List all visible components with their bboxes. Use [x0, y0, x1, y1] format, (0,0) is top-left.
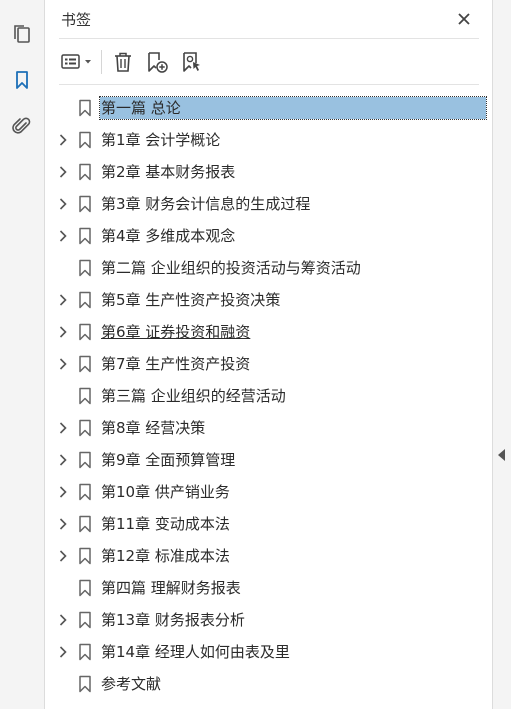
bookmark-label: 第9章 全面预算管理	[101, 451, 236, 469]
bookmark-marker-icon	[78, 515, 92, 533]
bookmark-item[interactable]: 第12章 标准成本法	[45, 540, 492, 572]
chevron-right-icon[interactable]	[55, 196, 71, 212]
navigation-rail	[0, 0, 45, 709]
bookmark-item[interactable]: 第5章 生产性资产投资决策	[45, 284, 492, 316]
chevron-right-icon[interactable]	[55, 132, 71, 148]
bookmark-label: 第2章 基本财务报表	[101, 163, 236, 181]
close-button[interactable]	[453, 8, 475, 30]
bookmark-item[interactable]: 参考文献	[45, 668, 492, 700]
chevron-right-icon[interactable]	[55, 452, 71, 468]
bookmark-item[interactable]: 第9章 全面预算管理	[45, 444, 492, 476]
bookmark-label: 第11章 变动成本法	[101, 515, 230, 533]
chevron-right-icon[interactable]	[55, 292, 71, 308]
divider	[59, 84, 479, 85]
bookmark-marker-icon	[78, 291, 92, 309]
chevron-right-icon[interactable]	[55, 356, 71, 372]
bookmark-marker-icon	[78, 323, 92, 341]
bookmark-marker-icon	[78, 643, 92, 661]
bookmarks-toolbar	[57, 46, 477, 78]
bookmark-item[interactable]: 第7章 生产性资产投资	[45, 348, 492, 380]
options-button[interactable]	[59, 48, 95, 76]
bookmark-item[interactable]: 第13章 财务报表分析	[45, 604, 492, 636]
bookmark-label: 第四篇 理解财务报表	[101, 579, 241, 597]
trash-icon	[115, 52, 131, 72]
attachment-icon[interactable]	[8, 112, 36, 140]
chevron-right-icon[interactable]	[55, 484, 71, 500]
chevron-right-icon[interactable]	[55, 420, 71, 436]
bookmark-item[interactable]: 第2章 基本财务报表	[45, 156, 492, 188]
bookmark-marker-icon	[78, 355, 92, 373]
bookmark-item[interactable]: 第11章 变动成本法	[45, 508, 492, 540]
bookmark-item[interactable]: 第一篇 总论	[45, 92, 492, 124]
bookmark-label: 第14章 经理人如何由表及里	[101, 643, 290, 661]
bookmark-label: 参考文献	[101, 675, 162, 693]
bookmark-label: 第4章 多维成本观念	[101, 227, 236, 245]
bookmark-item[interactable]: 第4章 多维成本观念	[45, 220, 492, 252]
list-options-icon	[61, 54, 91, 69]
delete-bookmark-button[interactable]	[109, 48, 137, 76]
bookmark-label: 第8章 经营决策	[101, 419, 206, 437]
bookmark-item[interactable]: 第8章 经营决策	[45, 412, 492, 444]
bookmark-marker-icon	[78, 611, 92, 629]
chevron-right-icon[interactable]	[55, 228, 71, 244]
bookmark-label: 第三篇 企业组织的经营活动	[101, 387, 286, 405]
new-bookmark-button[interactable]	[143, 48, 171, 76]
bookmark-marker-icon	[78, 99, 92, 117]
bookmark-label: 第1章 会计学概论	[101, 131, 221, 149]
bookmark-marker-icon	[78, 483, 92, 501]
bookmark-label: 第3章 财务会计信息的生成过程	[101, 195, 311, 213]
bookmark-selection-icon	[183, 52, 200, 72]
chevron-right-icon[interactable]	[55, 164, 71, 180]
chevron-right-icon[interactable]	[55, 324, 71, 340]
chevron-right-icon[interactable]	[55, 612, 71, 628]
chevron-right-icon[interactable]	[55, 644, 71, 660]
panel-title: 书签	[61, 11, 92, 29]
collapse-arrow-icon[interactable]	[498, 449, 505, 461]
bookmark-marker-icon	[78, 163, 92, 181]
bookmark-label: 第二篇 企业组织的投资活动与筹资活动	[101, 259, 361, 277]
bookmark-marker-icon	[78, 451, 92, 469]
bookmark-label: 第一篇 总论	[99, 96, 487, 120]
document-pane-edge	[492, 0, 511, 709]
bookmark-label: 第7章 生产性资产投资	[101, 355, 251, 373]
bookmark-marker-icon	[78, 259, 92, 277]
bookmark-icon[interactable]	[8, 66, 36, 94]
bookmark-label: 第6章 证券投资和融资	[101, 323, 251, 341]
bookmark-from-selection-button[interactable]	[177, 48, 205, 76]
bookmark-marker-icon	[78, 419, 92, 437]
pages-icon[interactable]	[8, 20, 36, 48]
bookmark-item[interactable]: 第三篇 企业组织的经营活动	[45, 380, 492, 412]
bookmark-marker-icon	[78, 227, 92, 245]
bookmark-marker-icon	[78, 195, 92, 213]
close-icon	[458, 13, 470, 25]
bookmark-label: 第10章 供产销业务	[101, 483, 230, 501]
bookmark-label: 第12章 标准成本法	[101, 547, 230, 565]
bookmark-item[interactable]: 第10章 供产销业务	[45, 476, 492, 508]
bookmark-marker-icon	[78, 579, 92, 597]
chevron-right-icon[interactable]	[55, 548, 71, 564]
add-bookmark-icon	[148, 52, 168, 73]
bookmark-marker-icon	[78, 131, 92, 149]
chevron-right-icon[interactable]	[55, 516, 71, 532]
bookmark-item[interactable]: 第四篇 理解财务报表	[45, 572, 492, 604]
bookmark-item[interactable]: 第二篇 企业组织的投资活动与筹资活动	[45, 252, 492, 284]
bookmark-marker-icon	[78, 387, 92, 405]
bookmark-item[interactable]: 第6章 证券投资和融资	[45, 316, 492, 348]
bookmark-item[interactable]: 第3章 财务会计信息的生成过程	[45, 188, 492, 220]
bookmarks-panel: 书签 第一篇 总论 第1章 会计学概论 第2章 基本财务报表 第3章 财务会计信…	[45, 0, 492, 709]
bookmark-item[interactable]: 第14章 经理人如何由表及里	[45, 636, 492, 668]
toolbar-divider	[101, 50, 102, 74]
bookmark-label: 第13章 财务报表分析	[101, 611, 245, 629]
bookmark-item[interactable]: 第1章 会计学概论	[45, 124, 492, 156]
bookmark-marker-icon	[78, 675, 92, 693]
bookmark-label: 第5章 生产性资产投资决策	[101, 291, 281, 309]
bookmark-marker-icon	[78, 547, 92, 565]
divider	[59, 38, 479, 39]
